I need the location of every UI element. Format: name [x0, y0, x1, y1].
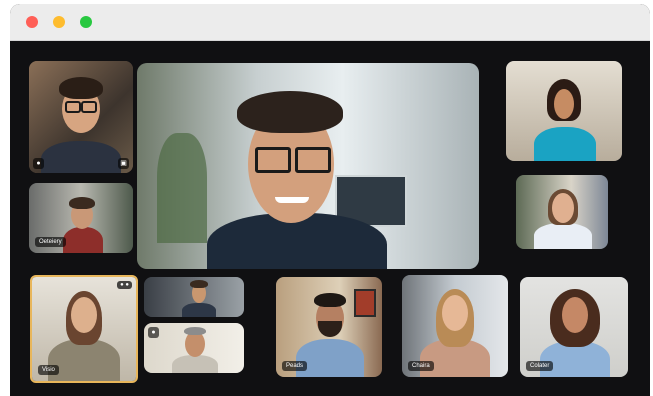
- participant-tile[interactable]: Peads: [276, 277, 382, 377]
- window-titlebar: [10, 4, 650, 41]
- minimize-button[interactable]: [53, 16, 65, 28]
- participant-tile[interactable]: [506, 61, 622, 161]
- screen-share-icon[interactable]: ▣: [118, 158, 129, 169]
- participant-name-label: Oeteiery: [35, 237, 66, 247]
- participant-name-label: Chaira: [408, 361, 434, 371]
- close-button[interactable]: [26, 16, 38, 28]
- recording-badge: ● ●: [117, 281, 132, 289]
- maximize-button[interactable]: [80, 16, 92, 28]
- participant-name-label: Visio: [38, 365, 59, 375]
- mic-icon[interactable]: ●: [148, 327, 159, 338]
- participant-tile[interactable]: ● ● Visio: [30, 275, 138, 383]
- participant-tile[interactable]: Chaira: [402, 275, 508, 377]
- mic-icon[interactable]: ●: [33, 158, 44, 169]
- active-speaker-tile[interactable]: [137, 63, 479, 269]
- video-call-window: ● ▣ Oeteiery ● ● Visio ● Peads Chaira Co…: [10, 4, 650, 396]
- participant-tile[interactable]: ●: [144, 323, 244, 373]
- participant-tile[interactable]: Colater: [520, 277, 628, 377]
- participant-name-label: Peads: [282, 361, 308, 371]
- participant-tile[interactable]: ● ▣: [29, 61, 133, 173]
- participant-tile[interactable]: Oeteiery: [29, 183, 133, 253]
- participant-tile[interactable]: [516, 175, 608, 249]
- participant-name-label: Colater: [526, 361, 554, 371]
- participant-grid: ● ▣ Oeteiery ● ● Visio ● Peads Chaira Co…: [10, 41, 650, 396]
- participant-tile[interactable]: [144, 277, 244, 317]
